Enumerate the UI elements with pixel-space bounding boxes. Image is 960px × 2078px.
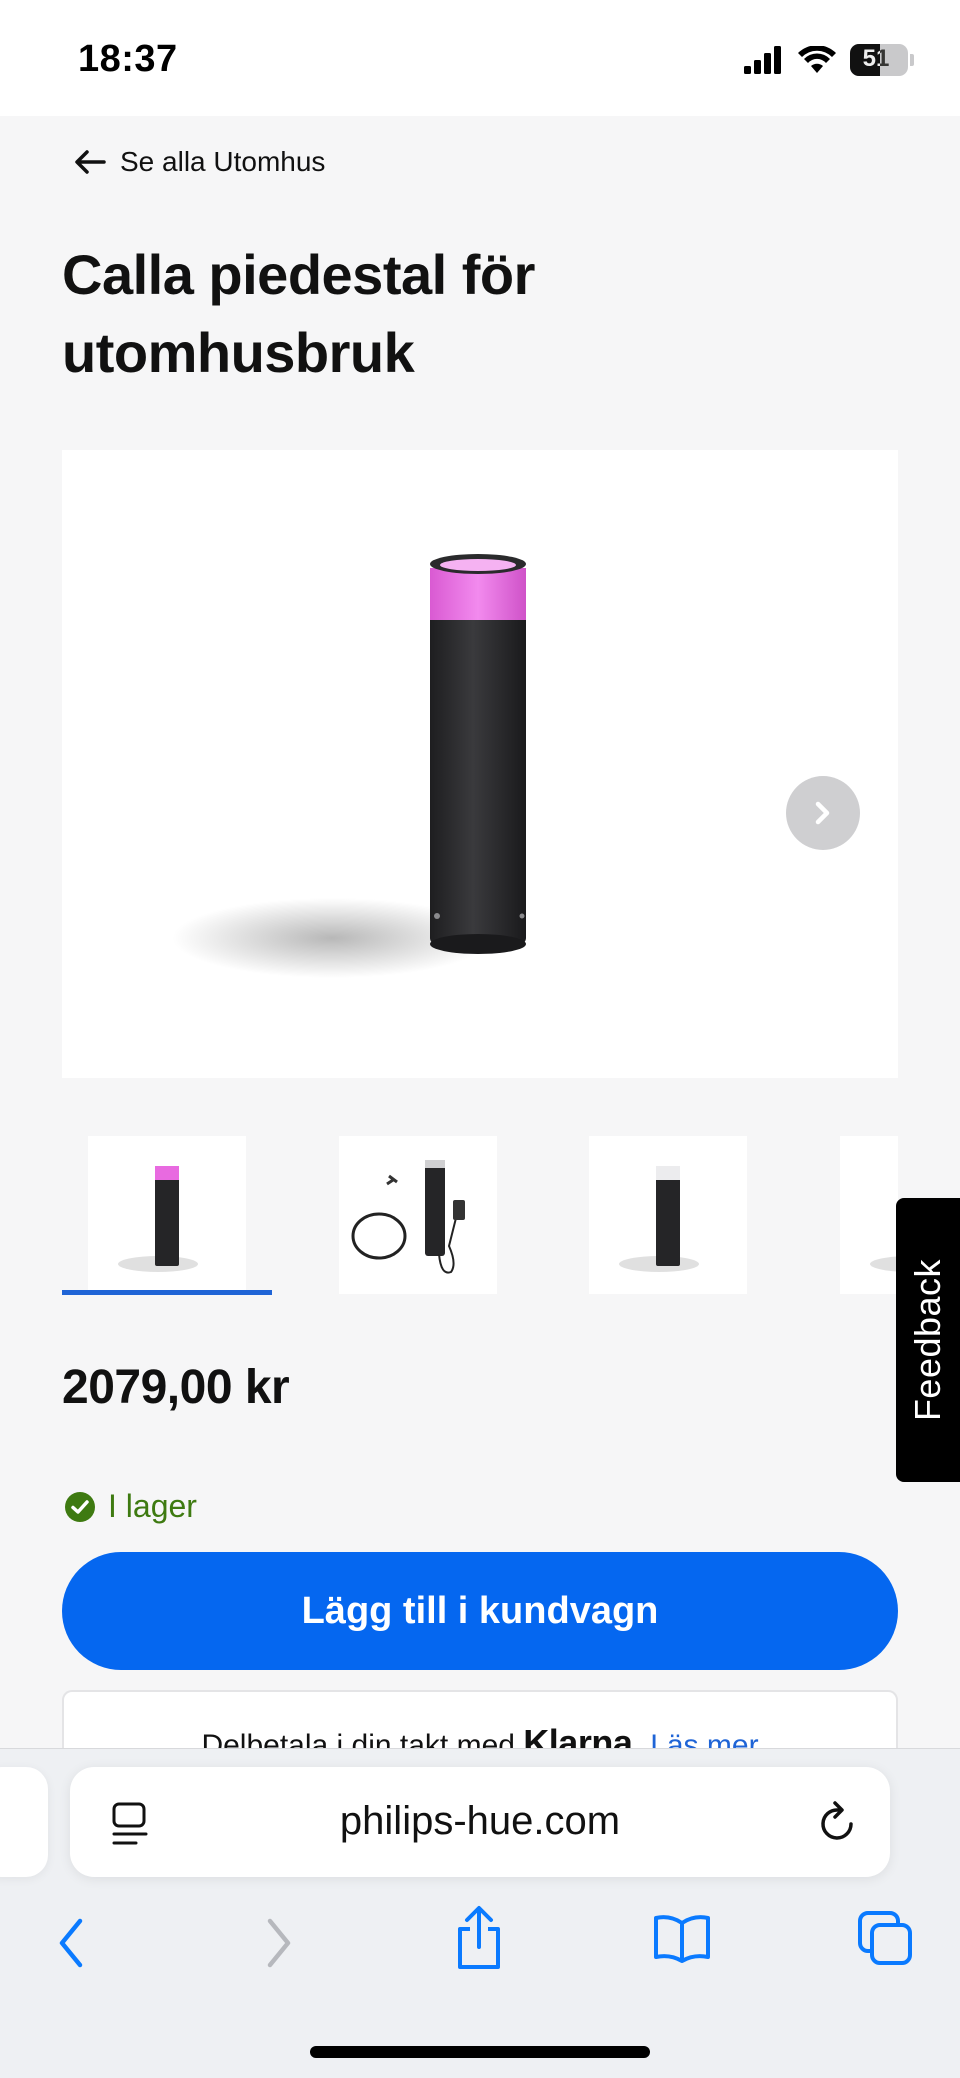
- stock-status: I lager: [64, 1488, 197, 1525]
- reload-icon[interactable]: [818, 1800, 858, 1844]
- feedback-tab[interactable]: Feedback: [896, 1198, 960, 1482]
- product-price: 2079,00 kr: [62, 1361, 290, 1414]
- wifi-icon: [798, 46, 836, 73]
- cellular-signal-icon: [744, 46, 781, 74]
- tabs-icon[interactable]: [856, 1909, 914, 1967]
- lamp-thumbnail-image: [870, 1256, 898, 1272]
- browser-chrome: philips-hue.com: [0, 1748, 960, 2078]
- lamp-pink-thumbnail-image: [118, 1166, 198, 1272]
- arrow-left-icon: [75, 150, 106, 174]
- status-icons: 51: [744, 40, 914, 80]
- battery-icon: 51: [850, 44, 908, 76]
- back-link-label: Se alla Utomhus: [120, 146, 326, 177]
- bookmarks-icon[interactable]: [652, 1913, 712, 1963]
- browser-toolbar: [0, 1903, 960, 1983]
- thumbnail-3[interactable]: [589, 1136, 747, 1294]
- stock-status-text: I lager: [108, 1488, 197, 1524]
- add-to-cart-button[interactable]: Lägg till i kundvagn: [62, 1552, 898, 1670]
- lamp-accessories-thumbnail-image: [351, 1160, 465, 1274]
- lamp-image: [172, 554, 526, 978]
- home-indicator: [310, 2046, 650, 2058]
- battery-level: 51: [862, 45, 890, 72]
- thumbnail-selected-indicator: [62, 1290, 272, 1295]
- product-title: Calla piedestal för utomhusbruk: [62, 243, 535, 384]
- thumbnail-4[interactable]: [840, 1136, 898, 1294]
- check-circle-icon: [65, 1491, 95, 1522]
- forward-icon[interactable]: [258, 1915, 298, 1971]
- address-bar[interactable]: philips-hue.com: [70, 1767, 890, 1877]
- back-link[interactable]: Se alla Utomhus: [74, 146, 325, 178]
- previous-tab-card[interactable]: [0, 1767, 48, 1877]
- status-time: 18:37: [78, 38, 178, 80]
- share-icon[interactable]: [452, 1905, 506, 1971]
- feedback-label: Feedback: [907, 1258, 948, 1422]
- thumbnail-2[interactable]: [339, 1136, 497, 1294]
- chevron-right-icon: [815, 801, 830, 825]
- thumbnail-strip: [62, 1136, 898, 1296]
- lamp-white-thumbnail-image: [619, 1166, 699, 1272]
- url-text: philips-hue.com: [339, 1799, 621, 1843]
- back-icon[interactable]: [52, 1915, 92, 1971]
- product-main-image[interactable]: [62, 450, 898, 1078]
- status-bar: 18:37 51: [0, 0, 960, 116]
- gallery-next-button[interactable]: [786, 776, 860, 850]
- thumbnail-1[interactable]: [88, 1136, 246, 1294]
- battery-cap: [910, 54, 914, 66]
